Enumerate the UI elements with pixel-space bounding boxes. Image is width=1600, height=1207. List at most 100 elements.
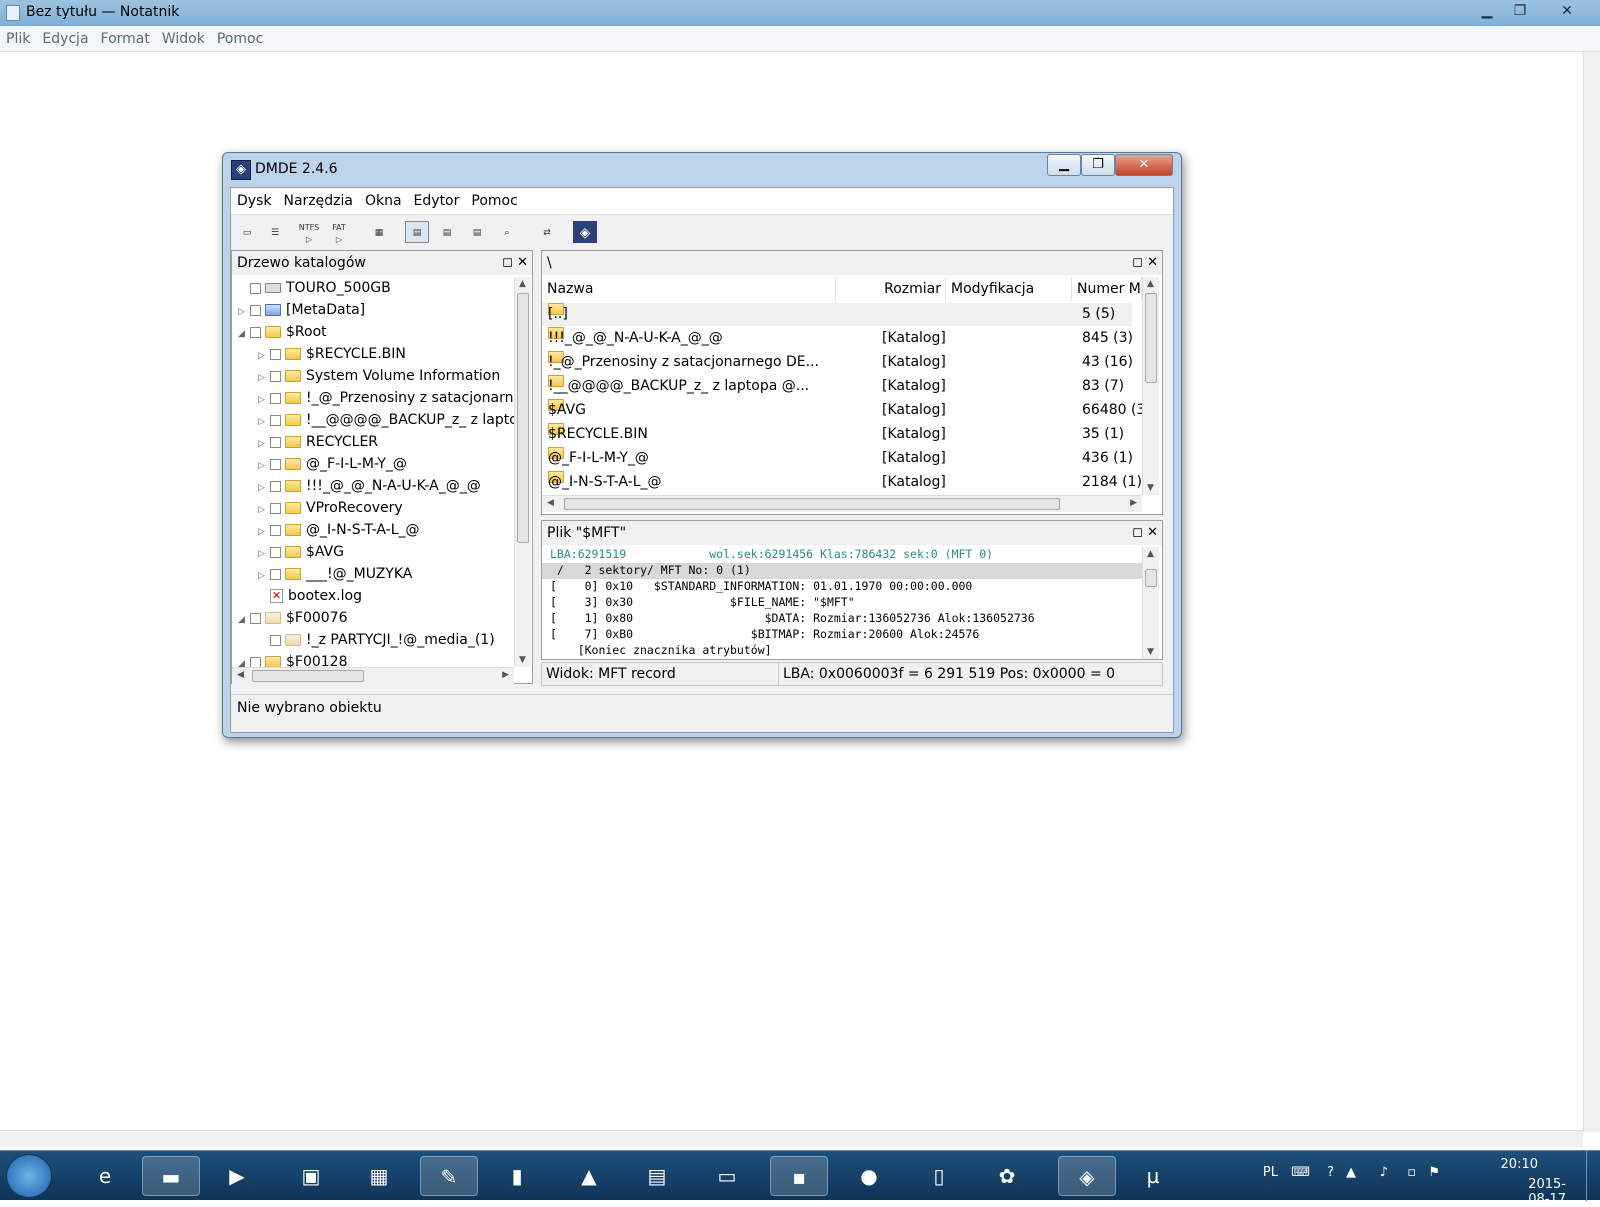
office-icon[interactable]: ▮	[488, 1156, 546, 1196]
tree-expander[interactable]: ▷	[258, 345, 270, 367]
tree-item[interactable]: TOURO_500GB	[238, 277, 391, 299]
clock-time[interactable]: 20:10	[1501, 1157, 1538, 1172]
mft-vertical-scrollbar[interactable]: ▲ ▼	[1142, 547, 1159, 659]
notepad-maximize-button[interactable]: ❐	[1503, 0, 1537, 22]
notepad-close-button[interactable]: ✕	[1550, 0, 1584, 22]
checkbox[interactable]	[250, 326, 261, 338]
media-player-icon[interactable]: ▶	[208, 1156, 266, 1196]
scroll-right-icon[interactable]: ▶	[502, 670, 509, 680]
tree-expander[interactable]: ▷	[238, 301, 250, 323]
tree-vertical-scrollbar[interactable]: ▲ ▼	[514, 277, 531, 667]
tree-item[interactable]: ▷ $RECYCLE.BIN	[258, 343, 406, 365]
list-horizontal-scrollbar[interactable]: ◀ ▶	[542, 495, 1142, 512]
details-view-icon[interactable]: ▤	[465, 221, 489, 243]
winrar-icon[interactable]: ▤	[628, 1156, 686, 1196]
mft-pane-buttons[interactable]: ◻ ✕	[1132, 521, 1158, 545]
list-row[interactable]: !_@_Przenosiny z satacjonarnego DE... [Ka…	[542, 351, 1133, 374]
calculator-icon[interactable]: ▦	[350, 1156, 408, 1196]
tree-expander[interactable]: ▷	[258, 433, 270, 455]
paint-icon[interactable]: ✿	[978, 1156, 1036, 1196]
scroll-down-icon[interactable]: ▼	[519, 655, 526, 665]
notepad-menu-edycja[interactable]: Edycja	[36, 26, 94, 52]
tree-expander[interactable]: ▷	[258, 543, 270, 565]
checkbox[interactable]	[270, 458, 281, 470]
menu-edytor[interactable]: Edytor	[408, 188, 466, 214]
recover-icon[interactable]: ⇄	[535, 221, 559, 243]
help-icon[interactable]: ?	[1327, 1165, 1334, 1180]
tree-item[interactable]: ▷ $AVG	[258, 541, 344, 563]
list-row[interactable]: $AVG [Katalog] 66480 (3	[542, 399, 1142, 422]
checkbox[interactable]	[250, 656, 261, 667]
checkbox[interactable]	[270, 634, 281, 646]
dmde-close-button[interactable]: ✕	[1115, 154, 1173, 176]
menu-okna[interactable]: Okna	[359, 188, 408, 214]
firefox-icon[interactable]: ●	[840, 1156, 898, 1196]
show-desktop-button[interactable]	[1586, 1151, 1600, 1201]
ie-icon[interactable]: e	[76, 1156, 134, 1196]
tree-item[interactable]: ▷ @_F-I-L-M-Y_@	[258, 453, 407, 475]
checkbox[interactable]	[270, 502, 281, 514]
list-row[interactable]: !!!_@_@_N-A-U-K-A_@_@ [Katalog] 845 (3)	[542, 327, 1133, 350]
monitor-icon[interactable]: ▭	[698, 1156, 756, 1196]
checkbox[interactable]	[270, 480, 281, 492]
tree-item[interactable]: ◢ $F00128	[238, 651, 348, 667]
clock-date[interactable]: 2015-08-17	[1528, 1177, 1566, 1207]
keyboard-icon[interactable]: ⌨	[1291, 1165, 1310, 1180]
search-icon[interactable]: ⌕	[495, 221, 519, 243]
tree-expander[interactable]: ◢	[238, 323, 250, 345]
scroll-thumb[interactable]	[517, 293, 529, 543]
tree-expander[interactable]: ▷	[258, 389, 270, 411]
folder-window-icon[interactable]: ▯	[910, 1156, 968, 1196]
scroll-thumb[interactable]	[1145, 569, 1157, 587]
tree-expander[interactable]: ▷	[258, 521, 270, 543]
notepad-menu-widok[interactable]: Widok	[156, 26, 211, 52]
column-nazwa[interactable]: Nazwa	[542, 277, 836, 301]
column-modyfikacja[interactable]: Modyfikacja	[946, 277, 1072, 301]
menu-dysk[interactable]: Dysk	[231, 188, 277, 214]
checkbox[interactable]	[250, 612, 261, 624]
dmde-maximize-button[interactable]: ❐	[1081, 154, 1115, 176]
new-volume-icon[interactable]: ▦	[367, 221, 391, 243]
tree-item[interactable]: ▷ VProRecovery	[258, 497, 403, 519]
list-view-icon[interactable]: ▤	[435, 221, 459, 243]
mft-content[interactable]: LBA:6291519 wol.sek:6291456 Klas:786432 …	[542, 547, 1142, 659]
checkbox[interactable]	[270, 524, 281, 536]
remote-desktop-icon[interactable]: ▣	[282, 1156, 340, 1196]
tree-item[interactable]: ◢ $Root	[238, 321, 327, 343]
notepad-vertical-scrollbar[interactable]	[1583, 52, 1600, 1132]
scroll-up-icon[interactable]: ▲	[519, 279, 526, 289]
scroll-thumb[interactable]	[252, 670, 364, 682]
checkbox[interactable]	[250, 304, 261, 316]
explorer-icon[interactable]: ▬	[142, 1156, 200, 1196]
checkbox[interactable]	[270, 436, 281, 448]
checkbox[interactable]	[270, 348, 281, 360]
tree-view-icon[interactable]: ▤	[405, 221, 429, 243]
notepad-horizontal-scrollbar[interactable]	[0, 1130, 1583, 1147]
tree-expander[interactable]: ▷	[258, 565, 270, 587]
dmde-minimize-button[interactable]: ▁	[1047, 154, 1081, 176]
tree-item[interactable]: ▷ !_@_Przenosiny z satacjonarnego	[258, 387, 514, 409]
scroll-up-icon[interactable]: ▲	[1147, 549, 1154, 559]
checkbox[interactable]	[270, 414, 281, 426]
tree-horizontal-scrollbar[interactable]: ◀ ▶	[232, 667, 514, 684]
column-numer[interactable]: Numer M	[1072, 277, 1142, 301]
ntfs-search-button[interactable]: NTFS ▷	[297, 221, 321, 244]
scroll-down-icon[interactable]: ▼	[1147, 647, 1154, 657]
tree-expander[interactable]: ▷	[258, 477, 270, 499]
tree-expander[interactable]: ▷	[258, 411, 270, 433]
tree-item[interactable]: ▷ @_I-N-S-T-A-L_@	[258, 519, 420, 541]
start-button[interactable]	[6, 1154, 52, 1198]
menu-narzedzia[interactable]: Narzędzia	[277, 188, 358, 214]
fat-search-button[interactable]: FAT ▷	[327, 221, 351, 244]
tree-item[interactable]: ✕ bootex.log	[258, 585, 362, 607]
tree-item[interactable]: ◢ $F00076	[238, 607, 348, 629]
action-center-flag-icon[interactable]: ⚑	[1428, 1165, 1440, 1180]
tree-item[interactable]: ▷ System Volume Information	[258, 365, 500, 387]
network-icon[interactable]: ▫	[1407, 1165, 1416, 1180]
scroll-left-icon[interactable]: ◀	[237, 670, 244, 680]
volume-icon[interactable]: ♪	[1380, 1165, 1388, 1180]
list-row[interactable]: [..] 5 (5)	[542, 303, 1132, 326]
show-hidden-icons[interactable]: ▲	[1346, 1165, 1356, 1180]
tree-expander[interactable]: ◢	[238, 653, 250, 667]
scroll-down-icon[interactable]: ▼	[1147, 483, 1154, 493]
